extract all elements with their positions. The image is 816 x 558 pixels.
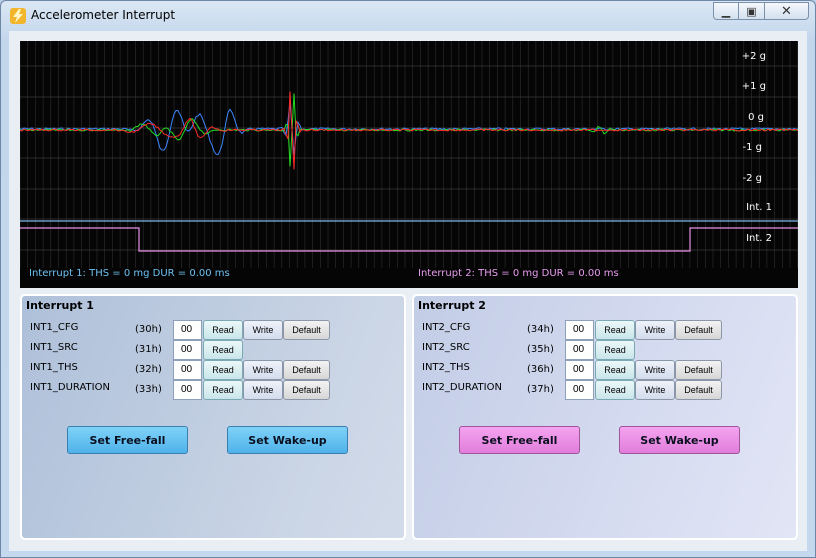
client-area: +2 g +1 g 0 g -1 g -2 g Int. 1 Int. 2 In… [9,31,807,551]
register-name: INT1_DURATION [30,382,110,393]
window-controls: ▁ ▣ ✕ [713,2,809,20]
default-button[interactable]: Default [283,320,330,340]
grid-vertical-lines [20,41,798,268]
oscilloscope-plot [20,41,798,268]
register-address: (31h) [135,344,162,355]
read-button[interactable]: Read [203,320,243,340]
title-bar[interactable]: Accelerometer Interrupt ▁ ▣ ✕ [1,1,815,31]
default-button[interactable]: Default [675,380,722,400]
set-freefall-button[interactable]: Set Free-fall [459,426,580,454]
close-icon: ✕ [781,3,792,19]
register-row: INT1_CFG (30h) 00 Read Write Default [22,320,402,340]
int1-status: Interrupt 1: THS = 0 mg DUR = 0.00 ms [29,268,230,279]
y-label-minus-2g: -2 g [742,173,763,184]
register-address: (36h) [527,364,554,375]
write-button[interactable]: Write [635,320,675,340]
read-button[interactable]: Read [203,360,243,380]
register-name: INT2_SRC [422,342,470,353]
register-value-input[interactable]: 00 [173,360,202,380]
register-name: INT2_THS [422,362,470,373]
minimize-button[interactable]: ▁ [713,2,739,20]
interrupt1-title: Interrupt 1 [26,299,94,312]
interrupt2-title: Interrupt 2 [418,299,486,312]
y-label-plus-1g: +1 g [741,81,766,92]
int2-signal-line [20,227,798,252]
register-address: (33h) [135,384,162,395]
register-row: INT2_SRC (35h) 00 Read [414,340,794,360]
register-value-input[interactable]: 00 [565,380,594,400]
default-button[interactable]: Default [283,380,330,400]
write-button[interactable]: Write [635,380,675,400]
write-button[interactable]: Write [243,380,283,400]
read-button[interactable]: Read [595,320,635,340]
y-label-minus-1g: -1 g [742,142,763,153]
register-address: (37h) [527,384,554,395]
write-button[interactable]: Write [243,320,283,340]
register-row: INT2_THS (36h) 00 Read Write Default [414,360,794,380]
oscilloscope-display: +2 g +1 g 0 g -1 g -2 g Int. 1 Int. 2 In… [20,41,798,288]
read-button[interactable]: Read [595,360,635,380]
write-button[interactable]: Write [635,360,675,380]
app-window: Accelerometer Interrupt ▁ ▣ ✕ +2 g +1 g … [0,0,816,558]
register-value-input[interactable]: 00 [173,340,202,360]
read-button[interactable]: Read [595,340,635,360]
register-row: INT1_THS (32h) 00 Read Write Default [22,360,402,380]
register-row: INT1_DURATION (33h) 00 Read Write Defaul… [22,380,402,400]
interrupt1-panel: Interrupt 1 INT1_CFG (30h) 00 Read Write… [20,294,406,540]
register-row: INT2_CFG (34h) 00 Read Write Default [414,320,794,340]
register-value-input[interactable]: 00 [565,320,594,340]
set-wakeup-button[interactable]: Set Wake-up [619,426,740,454]
int2-label: Int. 2 [746,233,772,244]
set-wakeup-button[interactable]: Set Wake-up [227,426,348,454]
y-label-0g: 0 g [748,112,764,123]
default-button[interactable]: Default [675,360,722,380]
close-button[interactable]: ✕ [765,2,809,20]
int1-label: Int. 1 [746,202,772,213]
maximize-button[interactable]: ▣ [739,2,765,20]
interrupt2-panel: Interrupt 2 INT2_CFG (34h) 00 Read Write… [412,294,798,540]
register-name: INT2_CFG [422,322,471,333]
grid-horizontal-lines [20,65,798,251]
lightning-icon [10,8,26,24]
minimize-icon: ▁ [721,4,731,18]
register-name: INT1_CFG [30,322,79,333]
register-value-input[interactable]: 00 [565,340,594,360]
register-value-input[interactable]: 00 [173,380,202,400]
register-row: INT1_SRC (31h) 00 Read [22,340,402,360]
z-axis-trace [20,102,798,156]
read-button[interactable]: Read [595,380,635,400]
maximize-icon: ▣ [746,4,757,18]
int2-status: Interrupt 2: THS = 0 mg DUR = 0.00 ms [418,268,619,279]
window-title: Accelerometer Interrupt [31,8,176,22]
register-row: INT2_DURATION (37h) 00 Read Write Defaul… [414,380,794,400]
register-value-input[interactable]: 00 [173,320,202,340]
default-button[interactable]: Default [675,320,722,340]
register-address: (30h) [135,324,162,335]
register-name: INT1_THS [30,362,78,373]
register-address: (35h) [527,344,554,355]
default-button[interactable]: Default [283,360,330,380]
register-value-input[interactable]: 00 [565,360,594,380]
read-button[interactable]: Read [203,340,243,360]
write-button[interactable]: Write [243,360,283,380]
register-name: INT2_DURATION [422,382,502,393]
register-address: (32h) [135,364,162,375]
set-freefall-button[interactable]: Set Free-fall [67,426,188,454]
register-address: (34h) [527,324,554,335]
register-name: INT1_SRC [30,342,78,353]
y-label-plus-2g: +2 g [741,51,766,62]
read-button[interactable]: Read [203,380,243,400]
